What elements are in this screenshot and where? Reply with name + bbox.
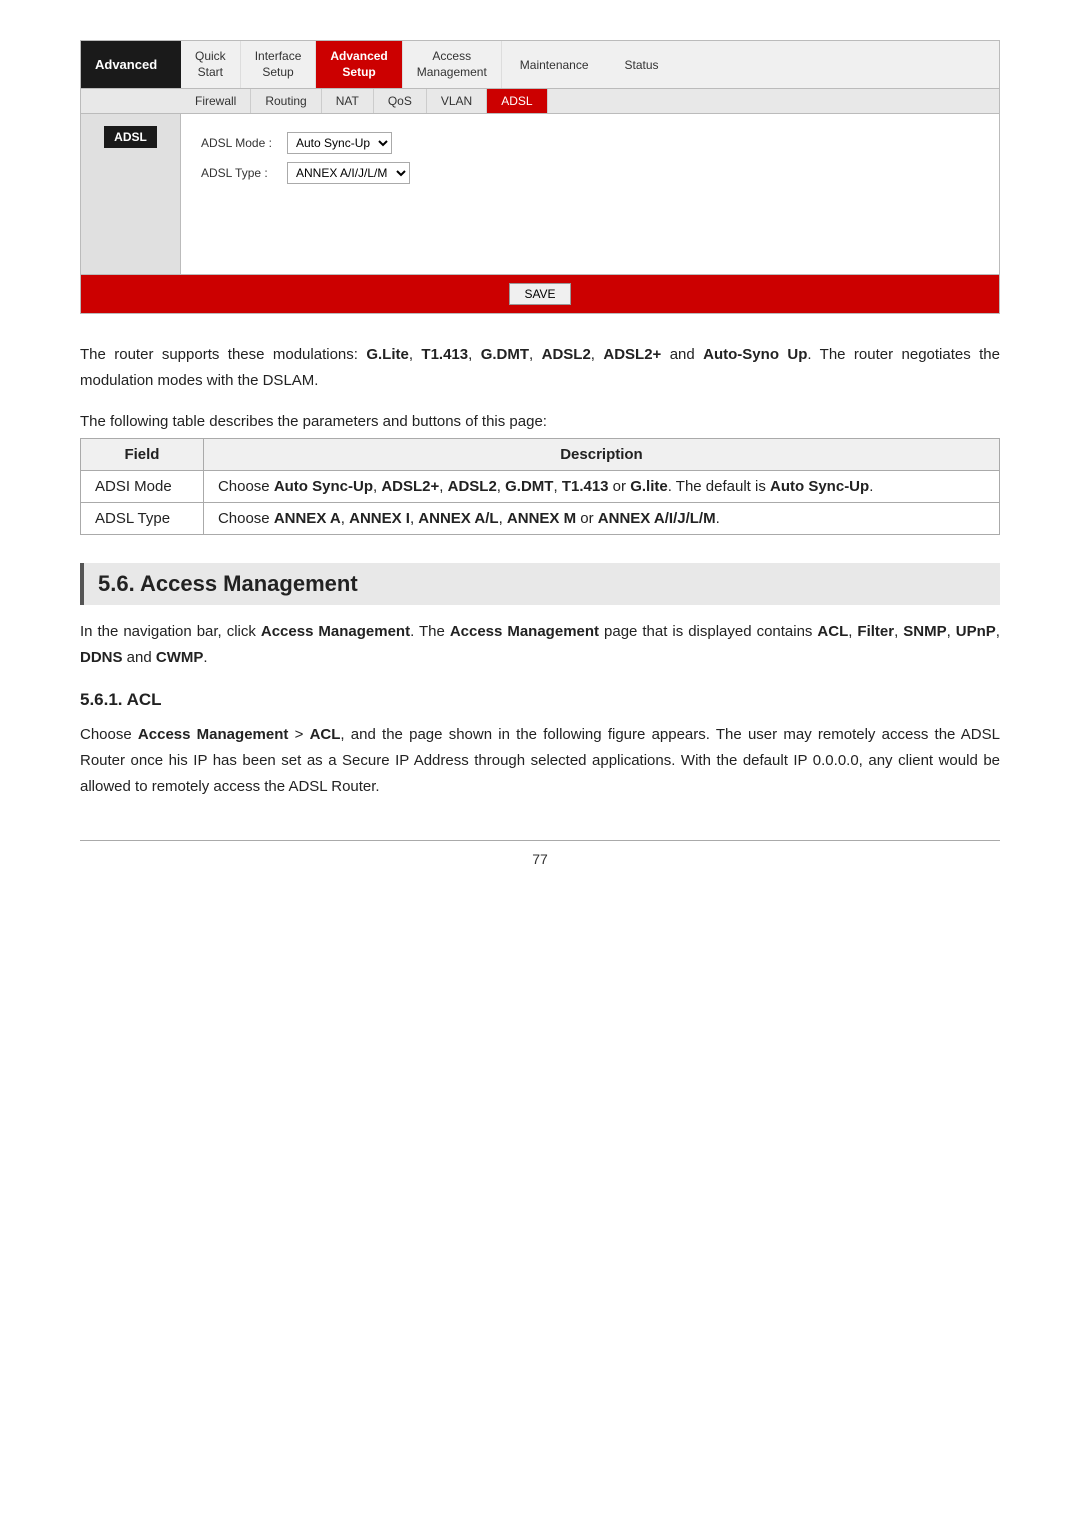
col-field: Field: [81, 439, 204, 471]
section-561-para: Choose Access Management > ACL, and the …: [80, 722, 1000, 801]
nav-bar: Advanced QuickStart InterfaceSetup Advan…: [81, 41, 999, 89]
table-intro: The following table describes the parame…: [80, 413, 1000, 430]
nav-item-interface-setup[interactable]: InterfaceSetup: [241, 41, 317, 88]
adsl-mode-row: ADSL Mode : Auto Sync-Up ADSL2+ ADSL2 G.…: [201, 132, 979, 154]
adsl-type-row: ADSL Type : ANNEX A/I/J/L/M ANNEX A ANNE…: [201, 162, 979, 184]
content-area: ADSL ADSL Mode : Auto Sync-Up ADSL2+ ADS…: [81, 114, 999, 274]
nav-item-access-management[interactable]: AccessManagement: [403, 41, 502, 88]
router-ui-screenshot: Advanced QuickStart InterfaceSetup Advan…: [80, 40, 1000, 314]
adsl-type-label: ADSL Type :: [201, 166, 281, 180]
col-description: Description: [203, 439, 999, 471]
section-56-para: In the navigation bar, click Access Mana…: [80, 619, 1000, 672]
adsl-mode-select[interactable]: Auto Sync-Up ADSL2+ ADSL2 G.DMT T1.413 G…: [287, 132, 392, 154]
nav-item-advanced-setup[interactable]: AdvancedSetup: [316, 41, 402, 88]
desc-adsi-mode: Choose Auto Sync-Up, ADSL2+, ADSL2, G.DM…: [203, 471, 999, 503]
sub-nav-adsl[interactable]: ADSL: [487, 89, 547, 113]
sub-nav-vlan[interactable]: VLAN: [427, 89, 487, 113]
page-number: 77: [532, 851, 548, 867]
table-row: ADSL Type Choose ANNEX A, ANNEX I, ANNEX…: [81, 503, 1000, 535]
nav-item-maintenance[interactable]: Maintenance: [502, 50, 607, 80]
sub-nav: Firewall Routing NAT QoS VLAN ADSL: [81, 89, 999, 114]
adsl-type-select[interactable]: ANNEX A/I/J/L/M ANNEX A ANNEX I ANNEX A/…: [287, 162, 410, 184]
table-row: ADSI Mode Choose Auto Sync-Up, ADSL2+, A…: [81, 471, 1000, 503]
section-561-heading: 5.6.1. ACL: [80, 690, 1000, 710]
adsl-mode-label: ADSL Mode :: [201, 136, 281, 150]
sub-nav-firewall[interactable]: Firewall: [181, 89, 251, 113]
nav-advanced-label: Advanced: [81, 41, 181, 88]
save-button[interactable]: SAVE: [509, 283, 570, 305]
desc-table: Field Description ADSI Mode Choose Auto …: [80, 438, 1000, 535]
modulation-description: The router supports these modulations: G…: [80, 342, 1000, 393]
sub-nav-qos[interactable]: QoS: [374, 89, 427, 113]
field-adsl-type: ADSL Type: [81, 503, 204, 535]
save-bar: SAVE: [81, 274, 999, 313]
form-area: ADSL Mode : Auto Sync-Up ADSL2+ ADSL2 G.…: [181, 114, 999, 274]
field-adsi-mode: ADSI Mode: [81, 471, 204, 503]
sub-nav-nat[interactable]: NAT: [322, 89, 374, 113]
sidebar: ADSL: [81, 114, 181, 274]
sidebar-adsl-label: ADSL: [104, 126, 157, 148]
nav-items: QuickStart InterfaceSetup AdvancedSetup …: [181, 41, 999, 88]
desc-adsl-type: Choose ANNEX A, ANNEX I, ANNEX A/L, ANNE…: [203, 503, 999, 535]
sub-nav-routing[interactable]: Routing: [251, 89, 321, 113]
nav-item-status[interactable]: Status: [607, 50, 677, 80]
nav-item-quick-start[interactable]: QuickStart: [181, 41, 241, 88]
section-56-heading: 5.6. Access Management: [80, 563, 1000, 605]
page-footer: 77: [80, 840, 1000, 867]
